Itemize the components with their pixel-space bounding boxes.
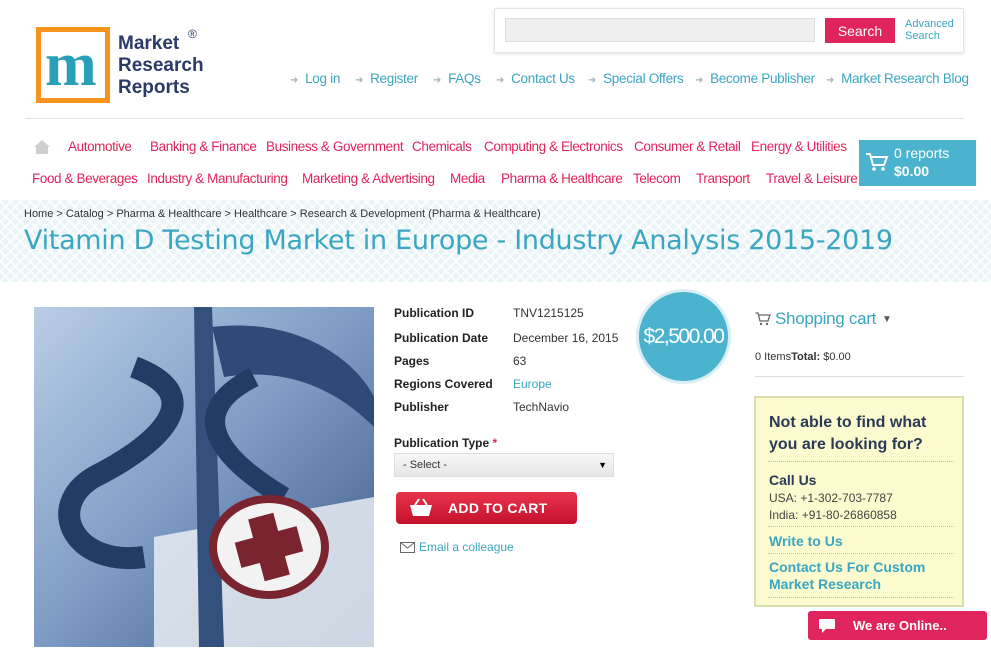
divider <box>768 461 954 462</box>
write-to-us-link[interactable]: Write to Us <box>769 533 843 550</box>
pages-value: 63 <box>513 354 527 368</box>
regions-link[interactable]: Europe <box>513 377 552 391</box>
nav-marketing-advertising[interactable]: Marketing & Advertising <box>302 171 435 186</box>
regions-label: Regions Covered <box>394 377 493 391</box>
nav-chemicals[interactable]: Chemicals <box>412 139 472 154</box>
publication-type-select[interactable]: - Select - ▼ <box>394 453 614 477</box>
divider <box>768 553 954 554</box>
basket-icon <box>410 498 432 516</box>
publication-date-label: Publication Date <box>394 331 489 345</box>
live-chat-button[interactable]: We are Online.. <box>808 611 987 640</box>
login-link[interactable]: ➜ Log in <box>290 71 340 86</box>
nav-consumer-retail[interactable]: Consumer & Retail <box>634 139 741 154</box>
envelope-icon <box>400 542 415 554</box>
product-image <box>34 307 374 647</box>
search-input[interactable] <box>505 18 815 42</box>
nav-transport[interactable]: Transport <box>696 171 750 186</box>
top-links: ➜ Log in ➜ Register ➜ FAQs ➜ Contact Us ➜ Spe… <box>290 71 970 89</box>
nav-automotive[interactable]: Automotive <box>68 139 132 154</box>
logo-wordmark: Market Research Reports <box>118 33 204 98</box>
header-cart[interactable]: 0 reports $0.00 <box>859 140 976 186</box>
contact-us-link[interactable]: ➜ Contact Us <box>496 71 575 86</box>
divider <box>768 597 954 598</box>
site-logo[interactable]: m Market Research Reports ® <box>36 27 216 105</box>
advanced-search-link[interactable]: Advanced Search <box>905 18 954 42</box>
divider <box>768 526 954 527</box>
phone-india: India: +91-80-26860858 <box>769 508 897 522</box>
header-divider <box>25 118 964 119</box>
email-colleague-link[interactable]: Email a colleague <box>400 540 514 554</box>
publication-id-label: Publication ID <box>394 306 475 320</box>
nav-food-beverages[interactable]: Food & Beverages <box>32 171 138 186</box>
price-badge: $2,500.00 <box>636 289 731 384</box>
page-title: Vitamin D Testing Market in Europe - Ind… <box>24 225 893 256</box>
special-offers-link[interactable]: ➜ Special Offers <box>588 71 684 86</box>
shopping-cart-icon <box>755 312 771 326</box>
nav-banking-finance[interactable]: Banking & Finance <box>150 139 257 154</box>
nav-media[interactable]: Media <box>450 171 485 186</box>
breadcrumb[interactable]: Home > Catalog > Pharma & Healthcare > H… <box>24 208 541 220</box>
cart-icon <box>866 153 889 171</box>
help-question: Not able to find what you are looking fo… <box>769 414 927 453</box>
shopping-cart-summary: 0 ItemsTotal: $0.00 <box>755 351 851 363</box>
phone-usa: USA: +1-302-703-7787 <box>769 491 893 505</box>
faqs-link[interactable]: ➜ FAQs <box>433 71 481 86</box>
cart-count: 0 reports <box>894 145 950 161</box>
category-nav: Automotive Banking & Finance Business & … <box>25 135 858 195</box>
search-button[interactable]: Search <box>825 18 895 43</box>
publication-id: TNV1215125 <box>513 306 584 320</box>
become-publisher-link[interactable]: ➜ Become Publisher <box>695 71 815 86</box>
nav-industry-manufacturing[interactable]: Industry & Manufacturing <box>147 171 288 186</box>
publication-date: December 16, 2015 <box>513 331 619 345</box>
publisher-value: TechNavio <box>513 400 570 414</box>
nav-computing-electronics[interactable]: Computing & Electronics <box>484 139 623 154</box>
register-link[interactable]: ➜ Register <box>355 71 418 86</box>
nav-business-government[interactable]: Business & Government <box>266 139 404 154</box>
nav-telecom[interactable]: Telecom <box>633 171 681 186</box>
nav-pharma-healthcare[interactable]: Pharma & Healthcare <box>501 171 623 186</box>
market-research-blog-link[interactable]: ➜ Market Research Blog <box>826 71 969 86</box>
custom-research-link[interactable]: Contact Us For Custom Market Research <box>769 559 959 593</box>
call-us-heading: Call Us <box>769 472 817 488</box>
add-to-cart-button[interactable]: ADD TO CART <box>396 492 577 524</box>
cart-total: $0.00 <box>894 163 930 179</box>
pages-label: Pages <box>394 354 430 368</box>
sidebar-divider <box>755 376 964 377</box>
caret-down-icon: ▼ <box>882 314 892 326</box>
chat-bubble-icon <box>819 619 835 633</box>
nav-travel-leisure[interactable]: Travel & Leisure <box>766 171 858 186</box>
nav-energy-utilities[interactable]: Energy & Utilities <box>751 139 847 154</box>
publication-type-label: Publication Type * <box>394 436 498 450</box>
chevron-down-icon: ▼ <box>598 460 607 470</box>
shopping-cart-toggle[interactable]: Shopping cart ▼ <box>775 309 892 329</box>
publisher-label: Publisher <box>394 400 449 414</box>
search-panel: Search Advanced Search <box>494 8 964 53</box>
logo-mark: m <box>36 27 110 103</box>
logo-registered-mark: ® <box>188 27 197 41</box>
help-box: Not able to find what you are looking fo… <box>754 396 964 607</box>
